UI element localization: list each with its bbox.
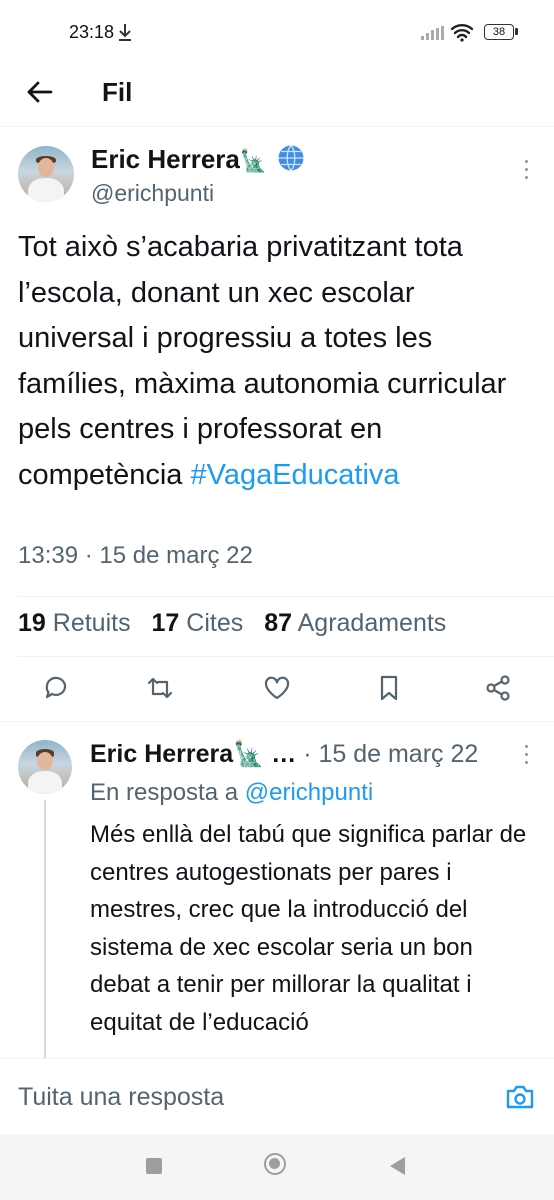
- retweets-stat[interactable]: 19 Retuits: [18, 609, 131, 637]
- reply-author-name[interactable]: Eric Herrera🗽 …: [90, 740, 296, 768]
- reply-separator: ·: [303, 740, 312, 768]
- likes-label: Agradaments: [297, 609, 447, 637]
- recents-button[interactable]: [146, 1158, 162, 1174]
- stats-divider-bottom: [18, 656, 554, 657]
- camera-icon[interactable]: [505, 1083, 535, 1111]
- avatar[interactable]: [18, 146, 74, 202]
- tweet-body: Tot això s’acabaria privatitzant tota l’…: [18, 231, 507, 491]
- in-reply-handle[interactable]: @erichpunti: [245, 779, 373, 806]
- quotes-stat[interactable]: 17 Cites: [152, 609, 244, 637]
- system-back-button[interactable]: [390, 1157, 405, 1175]
- download-icon: [119, 24, 131, 41]
- home-button[interactable]: [264, 1153, 286, 1175]
- hashtag-link[interactable]: #VagaEducativa: [191, 459, 400, 491]
- actions-divider: [0, 721, 554, 722]
- tweet-stats: 19 Retuits 17 Cites 87 Agradaments: [18, 609, 446, 638]
- tweet-timestamp[interactable]: 13:39 · 15 de març 22: [18, 542, 253, 570]
- system-nav-bar: [0, 1134, 554, 1200]
- more-icon[interactable]: [523, 160, 529, 182]
- reply-input[interactable]: Tuita una resposta: [18, 1083, 224, 1112]
- share-icon[interactable]: [483, 673, 513, 703]
- status-time: 23:18: [69, 22, 115, 42]
- bookmark-icon[interactable]: [374, 673, 404, 703]
- retweets-count: 19: [18, 609, 46, 637]
- likes-count: 87: [264, 609, 293, 637]
- author-name[interactable]: Eric Herrera🗽: [91, 144, 305, 175]
- reply-date[interactable]: 15 de març 22: [318, 740, 478, 768]
- battery-tip: [515, 28, 518, 35]
- reply-header: Eric Herrera🗽 … · 15 de març 22: [90, 740, 478, 769]
- globe-icon: [278, 145, 304, 171]
- author-name-text: Eric Herrera: [91, 144, 240, 174]
- wifi-icon: [450, 24, 474, 42]
- tweet-text: Tot això s’acabaria privatitzant tota l’…: [18, 225, 538, 498]
- top-bar: Fil: [0, 60, 554, 126]
- reply-more-icon[interactable]: [523, 745, 529, 767]
- reply-avatar[interactable]: [18, 740, 72, 794]
- statue-emoji: 🗽: [239, 148, 268, 173]
- status-bar: 23:18 38: [0, 0, 554, 60]
- header-divider: [0, 126, 554, 127]
- retweets-label: Retuits: [52, 609, 131, 637]
- compose-bar: Tuita una resposta: [0, 1058, 554, 1135]
- in-reply-prefix: En resposta a: [90, 779, 245, 806]
- battery-indicator: 38: [484, 24, 514, 40]
- page-title: Fil: [102, 77, 133, 107]
- likes-stat[interactable]: 87 Agradaments: [264, 609, 446, 637]
- like-icon[interactable]: [262, 673, 292, 703]
- in-reply-to: En resposta a @erichpunti: [90, 779, 373, 807]
- quotes-count: 17: [151, 609, 180, 637]
- reply-text: Més enllà del tabú que significa parlar …: [90, 821, 527, 1036]
- thread-line: [44, 800, 46, 1060]
- quotes-label: Cites: [186, 609, 244, 637]
- reply-icon[interactable]: [41, 673, 71, 703]
- stats-divider-top: [18, 596, 554, 597]
- author-handle[interactable]: @erichpunti: [91, 180, 214, 207]
- back-arrow-icon[interactable]: [24, 76, 56, 108]
- retweet-icon[interactable]: [145, 673, 175, 703]
- signal-icon: [421, 26, 444, 40]
